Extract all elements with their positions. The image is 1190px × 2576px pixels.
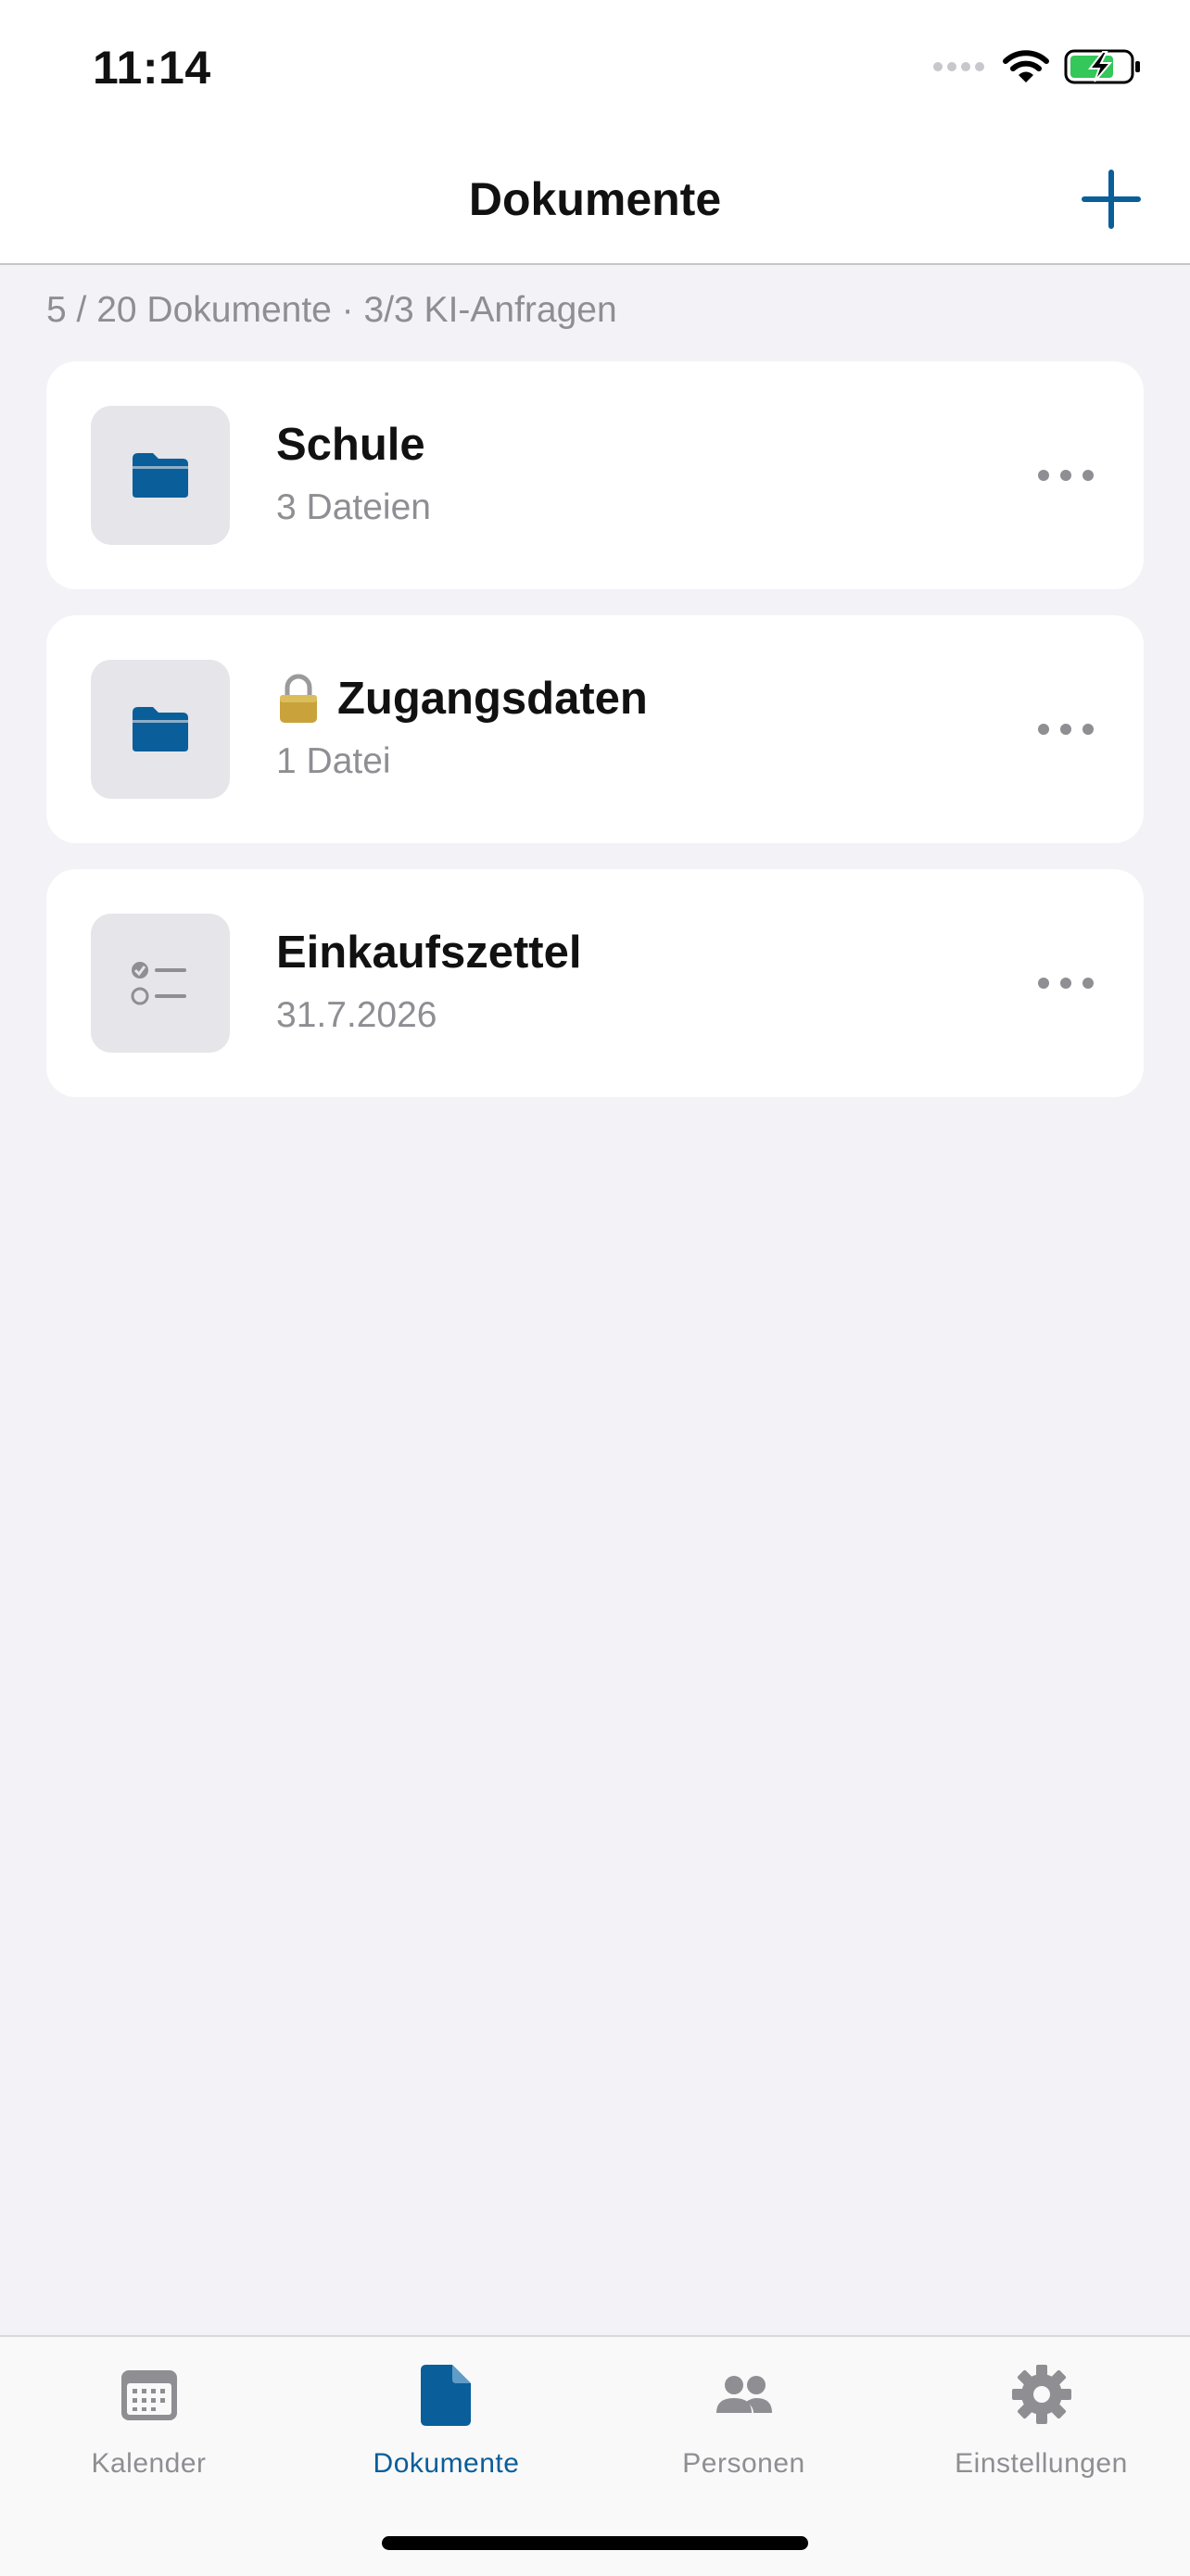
battery-charging-icon: [1064, 49, 1140, 84]
tab-label: Einstellungen: [955, 2448, 1128, 2479]
page-title: Dokumente: [468, 173, 722, 225]
status-bar: 11:14: [0, 0, 1190, 139]
item-subtitle: 31.7.2026: [276, 995, 437, 1035]
list-item[interactable]: Schule 3 Dateien: [46, 361, 1144, 589]
wifi-icon: [1003, 50, 1049, 82]
list-item[interactable]: Zugangsdaten 1 Datei: [46, 615, 1144, 843]
more-options-button[interactable]: [1029, 958, 1103, 1008]
tab-kalender[interactable]: Kalender: [0, 2361, 298, 2500]
tab-personen[interactable]: Personen: [595, 2361, 892, 2500]
document-list: Schule 3 Dateien Zugangsdaten 1 Datei Ei…: [46, 361, 1144, 1123]
item-thumbnail: [91, 914, 230, 1053]
item-subtitle: 3 Dateien: [276, 487, 431, 527]
more-options-button[interactable]: [1029, 450, 1103, 500]
calendar-icon: [120, 2370, 177, 2420]
people-icon: [715, 2376, 772, 2413]
home-indicator[interactable]: [382, 2536, 808, 2550]
tab-einstellungen[interactable]: Einstellungen: [892, 2361, 1190, 2500]
item-thumbnail: [91, 406, 230, 545]
gear-icon: [1011, 2365, 1071, 2424]
item-title: Zugangsdaten: [276, 673, 648, 725]
item-thumbnail: [91, 660, 230, 799]
item-subtitle: 1 Datei: [276, 741, 391, 781]
item-title: Schule: [276, 420, 425, 470]
tab-label: Kalender: [91, 2448, 207, 2479]
list-item[interactable]: Einkaufszettel 31.7.2026: [46, 869, 1144, 1097]
item-title: Einkaufszettel: [276, 928, 582, 978]
status-icons: [932, 48, 1142, 85]
navigation-bar: Dokumente: [0, 139, 1190, 265]
checklist-icon: [131, 962, 186, 1005]
add-button[interactable]: [1081, 169, 1142, 230]
folder-icon: [133, 453, 188, 498]
tab-label: Personen: [682, 2448, 805, 2479]
document-quota-summary: 5 / 20 Dokumente · 3/3 KI-Anfragen: [46, 290, 617, 330]
signal-icon: [933, 62, 984, 71]
status-time: 11:14: [93, 42, 211, 94]
lock-icon: [280, 674, 317, 723]
document-icon: [420, 2365, 471, 2426]
plus-icon: [1082, 170, 1141, 229]
more-options-button[interactable]: [1029, 704, 1103, 754]
tab-dokumente[interactable]: Dokumente: [298, 2361, 595, 2500]
folder-icon: [133, 707, 188, 751]
tab-label: Dokumente: [373, 2448, 520, 2479]
